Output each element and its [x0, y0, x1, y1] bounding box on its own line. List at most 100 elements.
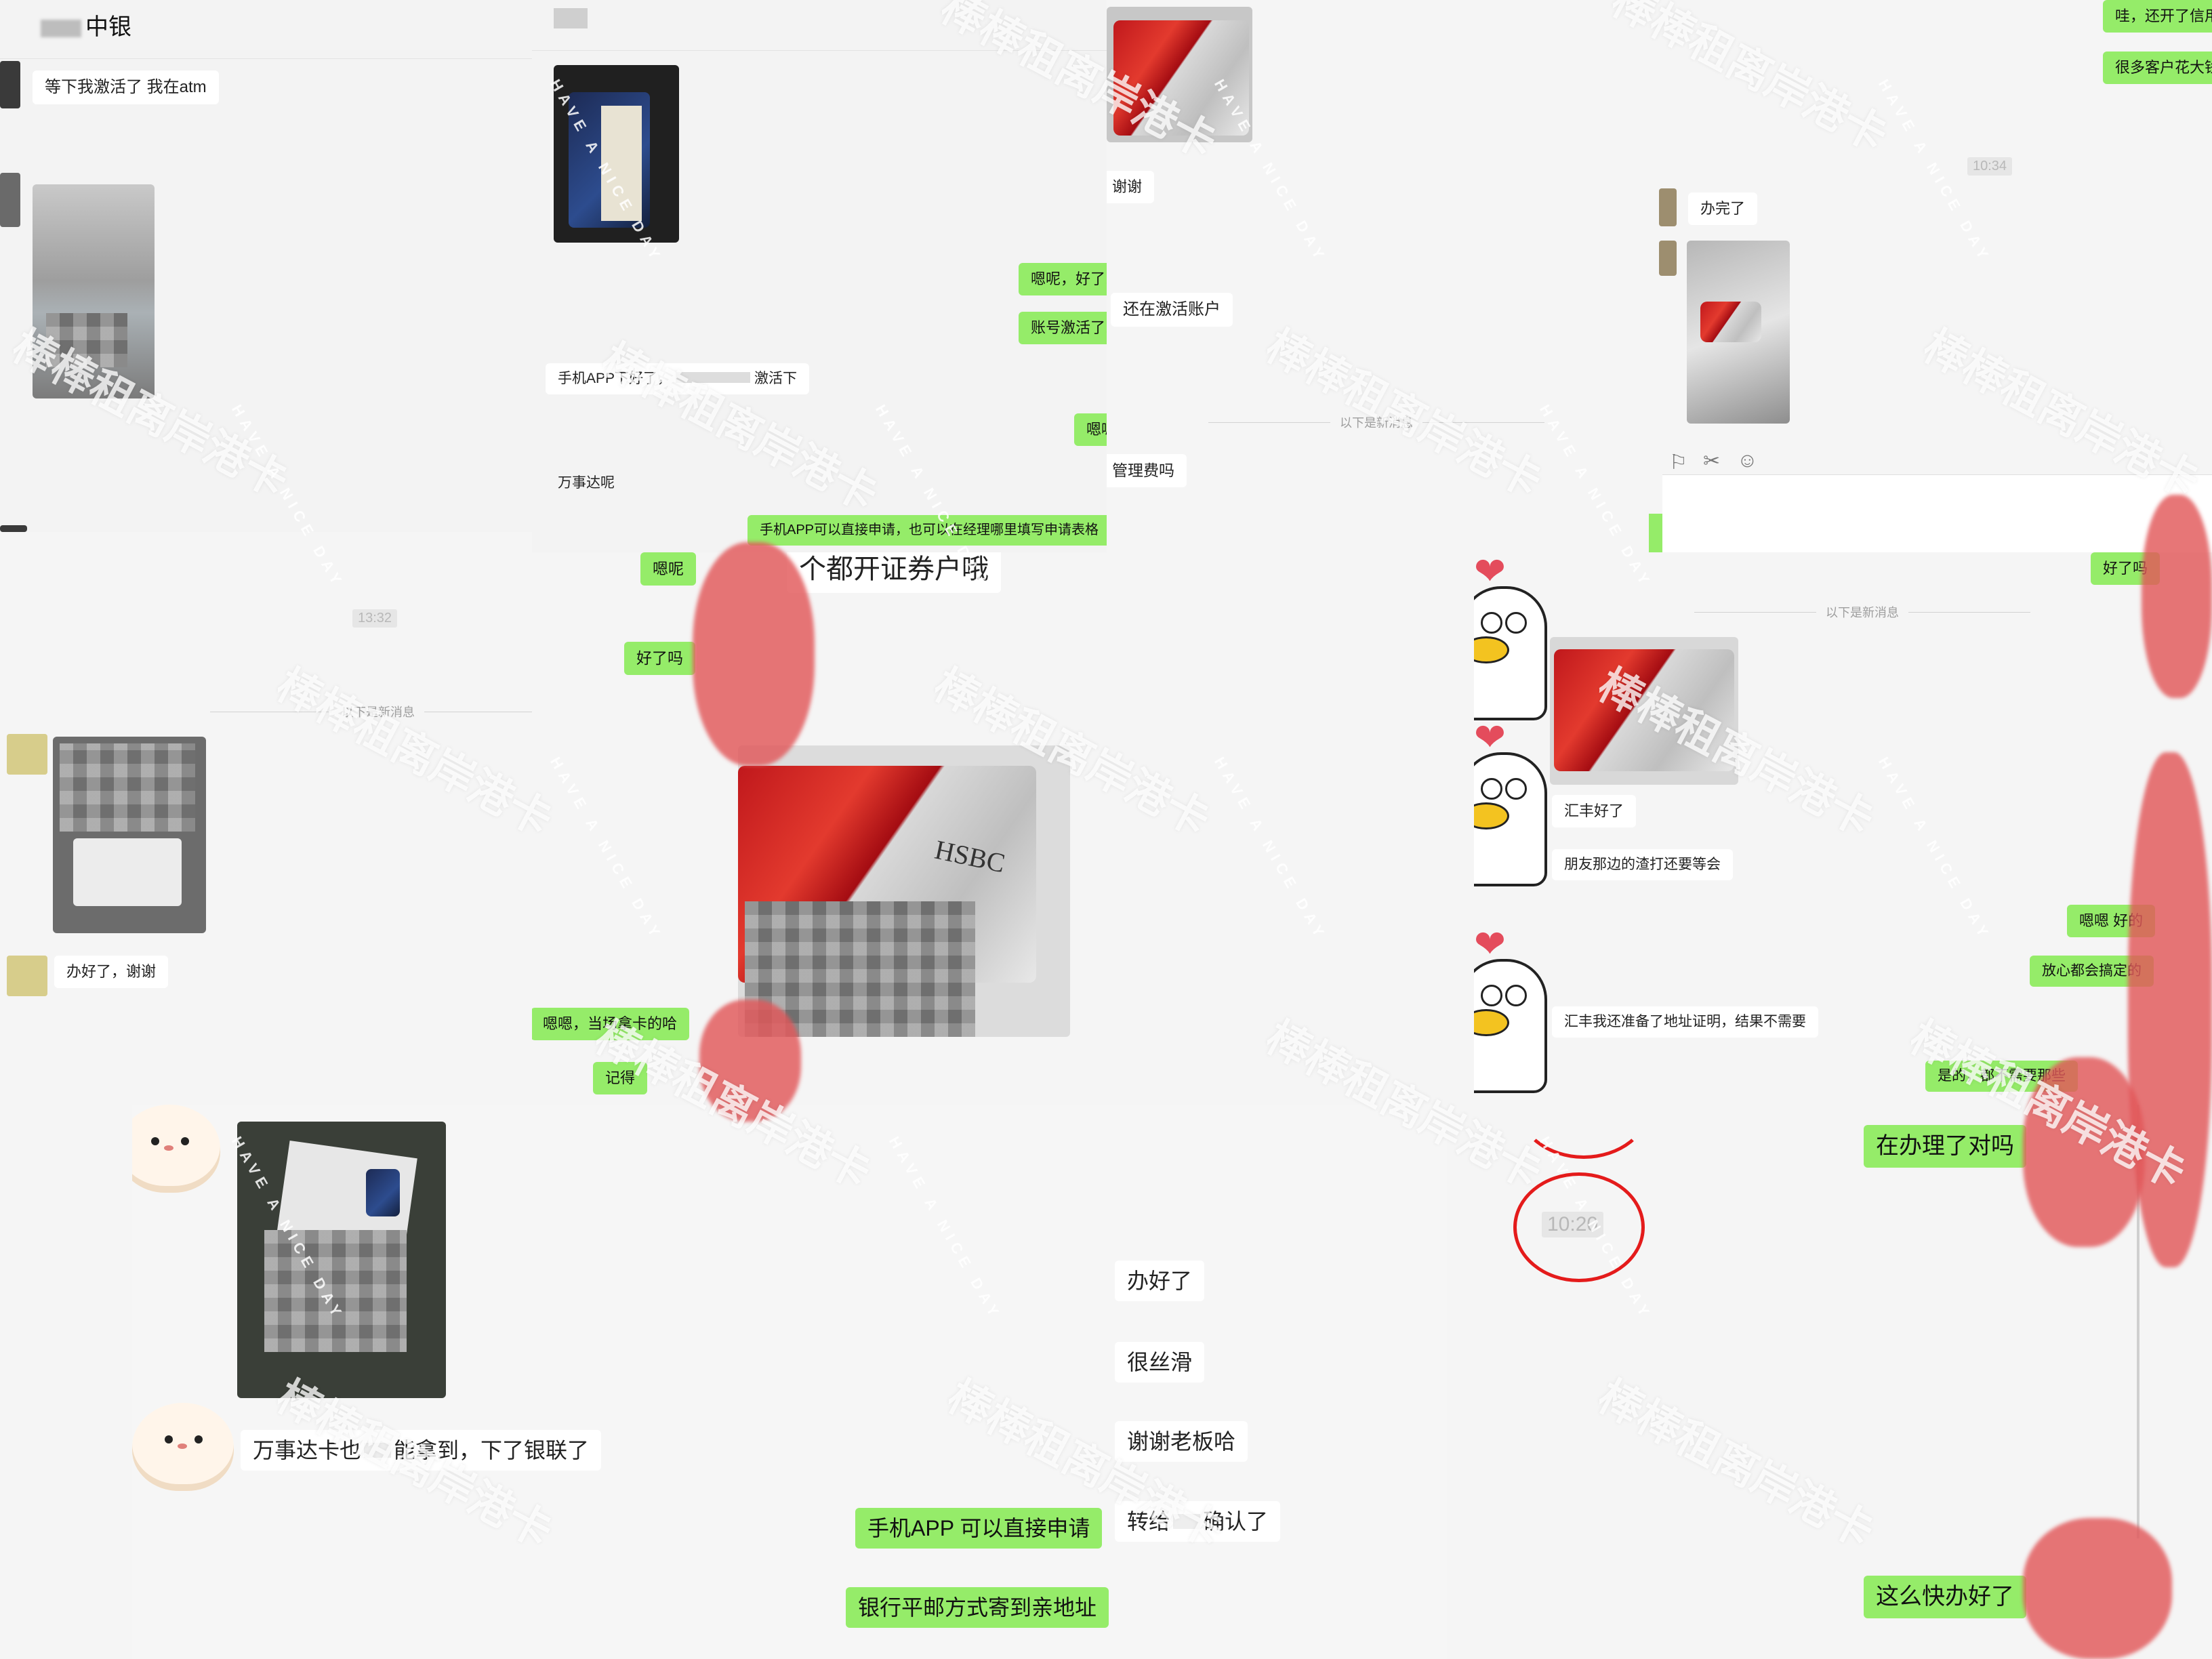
timestamp: 13:32 [352, 609, 398, 628]
contact-name-redaction [554, 8, 588, 28]
message-bubble: 管理费吗 [1107, 454, 1187, 487]
eye [194, 1435, 203, 1443]
photo-mosaic [60, 743, 195, 832]
redaction-blob [2023, 1057, 2145, 1247]
unionpay-logo [366, 1169, 400, 1216]
eye [1505, 612, 1527, 634]
chat-icon[interactable]: ☺ [1737, 449, 1758, 472]
message-bubble: 等下我激活了 我在atm [33, 70, 219, 104]
chat-panel-zhongyin-lower: 13:32 以下是新消息 办好了，谢谢 [0, 552, 532, 1105]
message-bubble: 在办理了对吗 [1864, 1125, 2026, 1168]
divider-rule [1908, 611, 2030, 613]
chat-panel-done: 办好了 很丝滑 谢谢老板哈 转给 确认了 手机APP 可以直接申请 银行平邮方式寄… [840, 1105, 1447, 1659]
hsbc-card-photo[interactable] [1107, 7, 1252, 142]
message-bubble: 办完了 [1688, 192, 1758, 225]
message-bubble: 谢谢 [1107, 171, 1155, 203]
chat-panel-zhongyin: 中银 等下我激活了 我在atm [0, 0, 532, 532]
message-bubble: 汇丰好了 [1552, 795, 1637, 827]
message-bubble: 手机APP 可以直接申请 [855, 1508, 1103, 1549]
beak [1474, 1009, 1509, 1036]
eye [165, 1435, 173, 1443]
new-messages-divider: 以下是新消息 [1694, 603, 2030, 621]
highlight-circle [1516, 1105, 1652, 1159]
message-bubble: 记得 [593, 1062, 648, 1094]
message-bubble: 万事达呢 [558, 475, 615, 491]
card-in-hand-photo[interactable] [1687, 241, 1790, 424]
avatar [0, 173, 20, 227]
message-bubble: 嗯呢 [640, 552, 696, 586]
heart-icon: ❤ [1474, 716, 1506, 758]
redaction-blob [2142, 495, 2212, 698]
avatar [7, 734, 47, 775]
avatar [0, 61, 20, 108]
name-redaction [41, 20, 81, 38]
eye [1481, 612, 1502, 634]
message-bubble: 这么快办好了 [1864, 1576, 2026, 1618]
message-bubble: 朋友那边的渣打还要等会 [1552, 849, 1733, 881]
card-photo[interactable] [554, 65, 679, 243]
chat-panel-hsbc-photo: 嗯呢 个都开证券户哦 好了吗 HSBC 嗯嗯，当场拿卡的哈 记得 [532, 552, 1474, 1115]
avatar [1659, 188, 1677, 226]
divider-line [532, 50, 1107, 51]
message-bubble: 个都开证券户哦 [787, 552, 1001, 593]
text-redaction [364, 1443, 392, 1458]
eye [151, 1137, 159, 1145]
hamster-avatar [132, 1403, 234, 1491]
message-bubble: 好了吗 [624, 642, 695, 675]
divider-rule [1208, 422, 1330, 423]
card-image [73, 838, 182, 906]
message-text: 能拿到，下了银联了 [394, 1438, 590, 1462]
text-redaction [676, 372, 751, 383]
hsbc-card-photo[interactable] [1550, 637, 1738, 785]
divider-rule [1694, 611, 1816, 613]
message-bubble: 很多客户花大钱 [2103, 52, 2212, 84]
beak [1474, 802, 1509, 830]
folder-icon[interactable]: ⚐ [1669, 451, 1687, 474]
chat-panel-hsbc-account: 谢谢 还在激活账户 以下是新消息 管理费吗 [1107, 0, 1622, 552]
penguin-avatar [1474, 959, 1547, 1093]
divider-rule [1422, 422, 1544, 423]
divider-text: 以下是新消息 [1826, 606, 1899, 619]
avatar [0, 525, 27, 532]
message-input[interactable] [1662, 474, 2212, 552]
chat-panel-app: 嗯呢，好了! 账号激活了! 手机APP下好了， 激活下 嗯嗯 万事达呢 手机APP… [532, 0, 1107, 552]
unionpay-card-photo[interactable] [237, 1122, 446, 1398]
atm-card-photo[interactable] [33, 184, 155, 398]
message-bubble: 嗯嗯，当场拿卡的哈 [532, 1008, 690, 1040]
contact-name: 中银 [41, 8, 131, 41]
text-redaction [1173, 1514, 1201, 1529]
message-text: 手机APP下好了， [558, 371, 672, 386]
message-bubble: 转给 确认了 [1115, 1501, 1281, 1542]
timestamp: 10:34 [1967, 157, 2013, 176]
new-messages-divider: 以下是新消息 [1208, 413, 1544, 431]
eye [181, 1137, 189, 1145]
card-image [1113, 20, 1249, 136]
avatar [7, 956, 47, 996]
message-bubble: 手机APP下好了， 激活下 [546, 363, 810, 395]
scissors-icon[interactable]: ✂ [1703, 449, 1720, 473]
eye [1505, 985, 1527, 1006]
nose [178, 1443, 187, 1449]
message-bubble: 谢谢老板哈 [1115, 1421, 1248, 1462]
contact-name-text: 中银 [85, 14, 131, 40]
divider-line [0, 58, 532, 59]
card-label [601, 106, 642, 221]
message-bubble: 嗯呢，好了! [1019, 263, 1107, 295]
message-bubble: 还在激活账户 [1111, 293, 1233, 327]
timestamp: 10:20 [1542, 1212, 1604, 1237]
heart-icon: ❤ [1474, 552, 1506, 592]
message-bubble: 万事达卡也 能拿到，下了银联了 [241, 1430, 602, 1471]
hamster-avatar [132, 1105, 220, 1193]
hsbc-card-photo[interactable]: HSBC [738, 745, 1070, 1037]
card-in-hand-photo[interactable] [53, 737, 206, 933]
message-bubble: 很丝滑 [1115, 1342, 1205, 1382]
eye [1481, 985, 1502, 1006]
heart-icon: ❤ [1474, 922, 1506, 965]
photo-mosaic [264, 1230, 407, 1352]
chat-panel-right-top: 哇，还开了信用 很多客户花大钱 10:34 办完了 ⚐ ✂ ☺ [1622, 0, 2212, 552]
beak [1474, 636, 1509, 663]
card-image [1700, 302, 1761, 342]
message-text: 万事达卡也 [253, 1438, 362, 1462]
avatar [1659, 241, 1677, 276]
message-text: 转给 [1127, 1509, 1171, 1534]
